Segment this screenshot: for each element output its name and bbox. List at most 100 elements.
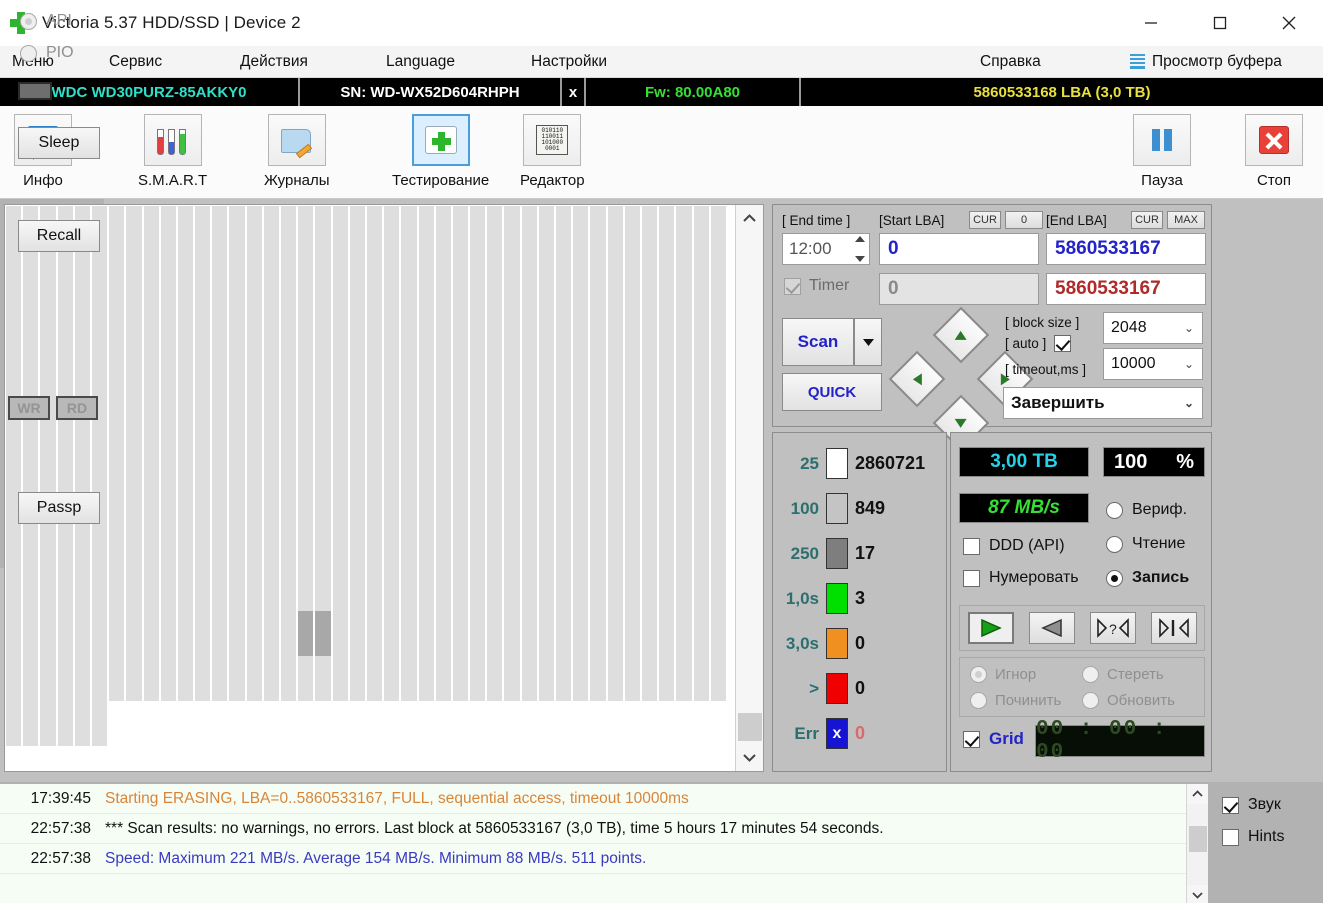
menu-item-help[interactable]: Справка [976,46,1045,77]
end-lba-input[interactable]: 5860533167 [1046,233,1206,265]
map-block[interactable] [487,251,502,296]
map-block[interactable] [539,341,554,386]
map-block[interactable] [573,206,588,251]
map-block[interactable] [161,386,176,431]
map-block[interactable] [350,476,365,521]
map-block[interactable] [436,386,451,431]
map-block[interactable] [401,251,416,296]
map-block[interactable] [229,251,244,296]
map-block[interactable] [676,656,691,701]
map-block[interactable] [470,611,485,656]
map-block[interactable] [504,206,519,251]
map-block[interactable] [694,206,709,251]
map-block[interactable] [659,656,674,701]
map-block[interactable] [315,521,330,566]
map-block[interactable] [711,611,726,656]
map-block[interactable] [144,386,159,431]
toolbar-button-testing[interactable]: Тестирование [392,114,489,189]
map-block[interactable] [264,521,279,566]
map-block[interactable] [453,521,468,566]
map-block[interactable] [126,296,141,341]
map-block[interactable] [590,611,605,656]
map-block[interactable] [470,566,485,611]
map-block[interactable] [470,521,485,566]
map-block[interactable] [367,386,382,431]
map-block[interactable] [315,386,330,431]
map-block[interactable] [75,656,90,701]
toolbar-button-stop[interactable]: Стоп [1245,114,1303,189]
map-block[interactable] [281,386,296,431]
map-block[interactable] [247,386,262,431]
map-block[interactable] [711,521,726,566]
map-block[interactable] [608,476,623,521]
map-block[interactable] [92,566,107,611]
map-block[interactable] [178,296,193,341]
hints-checkbox[interactable] [1222,829,1239,846]
map-block[interactable] [556,206,571,251]
map-block[interactable] [58,296,73,341]
map-block[interactable] [6,656,21,701]
map-block[interactable] [178,656,193,701]
map-block[interactable] [659,251,674,296]
map-block[interactable] [315,296,330,341]
map-block[interactable] [281,206,296,251]
map-block[interactable] [161,251,176,296]
map-block[interactable] [556,431,571,476]
map-block[interactable] [436,611,451,656]
map-block[interactable] [590,656,605,701]
map-block[interactable] [247,296,262,341]
passport-button[interactable]: Passp [18,492,100,524]
map-block[interactable] [75,431,90,476]
map-block[interactable] [642,386,657,431]
log-scroll-down-icon[interactable] [1187,885,1208,903]
map-block[interactable] [161,341,176,386]
map-block[interactable] [590,476,605,521]
map-block[interactable] [6,296,21,341]
map-block[interactable] [539,251,554,296]
map-block[interactable] [487,611,502,656]
map-block[interactable] [126,206,141,251]
menu-item-service[interactable]: Сервис [105,46,166,77]
map-block[interactable] [642,251,657,296]
defect-erase-radio[interactable] [1082,666,1099,683]
map-block[interactable] [58,611,73,656]
map-block[interactable] [573,296,588,341]
map-block[interactable] [522,566,537,611]
dpad-up-button[interactable] [933,307,990,364]
mode-verify-row[interactable]: Вериф. [1106,501,1187,519]
map-block[interactable] [453,296,468,341]
map-block[interactable] [659,611,674,656]
map-block[interactable] [608,521,623,566]
map-block[interactable] [229,431,244,476]
surface-map-grid[interactable] [6,206,733,746]
map-block[interactable] [40,296,55,341]
map-block[interactable] [92,656,107,701]
map-block[interactable] [40,521,55,566]
map-block[interactable] [229,521,244,566]
map-block[interactable] [350,656,365,701]
map-block[interactable] [229,611,244,656]
map-block[interactable] [573,476,588,521]
toolbar-button-pause[interactable]: Пауза [1133,114,1191,189]
map-block[interactable] [401,206,416,251]
mode-read-radio[interactable] [1106,536,1123,553]
map-block[interactable] [487,656,502,701]
map-block[interactable] [504,611,519,656]
map-block[interactable] [92,251,107,296]
map-block[interactable] [522,521,537,566]
map-scrollbar[interactable] [735,205,763,771]
map-block[interactable] [522,476,537,521]
map-block[interactable] [504,476,519,521]
map-block[interactable] [436,521,451,566]
toolbar-button-smart[interactable]: S.M.A.R.T [138,114,207,189]
rd-button[interactable]: RD [56,396,98,420]
map-block[interactable] [264,566,279,611]
map-block[interactable] [436,431,451,476]
map-block[interactable] [694,386,709,431]
start-lba-zero-button[interactable]: 0 [1005,211,1043,229]
map-block[interactable] [539,611,554,656]
map-block[interactable] [436,476,451,521]
map-block[interactable] [350,521,365,566]
map-block[interactable] [522,341,537,386]
map-block[interactable] [281,656,296,701]
